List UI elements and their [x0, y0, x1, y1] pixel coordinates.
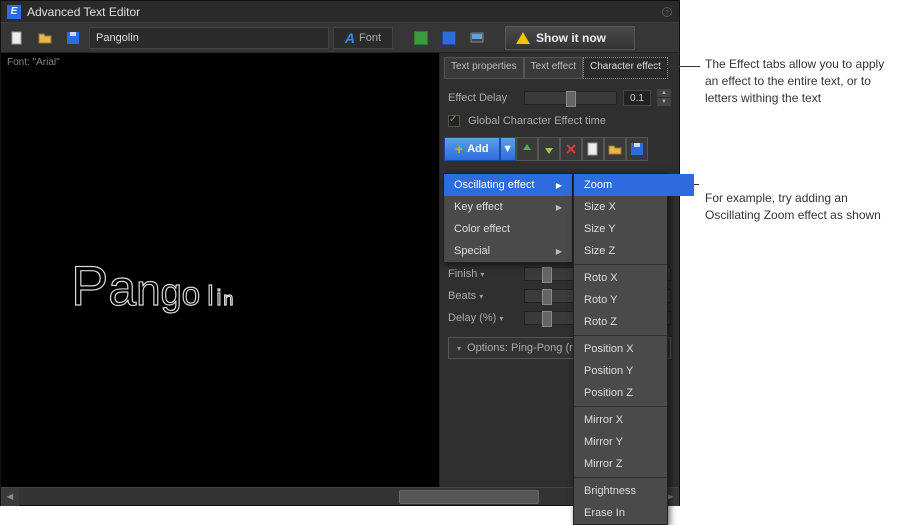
add-dropdown-button[interactable]: ▼ — [500, 137, 516, 161]
submenu-item[interactable]: Brightness — [574, 480, 694, 502]
save-file-button[interactable] — [61, 26, 85, 50]
slider-knob[interactable] — [542, 311, 552, 327]
slider-knob[interactable] — [542, 267, 552, 283]
global-time-label: Global Character Effect time — [468, 115, 606, 127]
open-button[interactable] — [604, 137, 626, 161]
beats-label: Beats ▾ — [448, 290, 518, 302]
menu-separator — [574, 406, 667, 407]
menu-item-oscillating[interactable]: Oscillating effect▶ — [444, 174, 572, 196]
menu-separator — [574, 335, 667, 336]
preview-rendered-text: Pango lin — [71, 253, 235, 318]
svg-text:?: ? — [665, 10, 669, 16]
menu-item-special[interactable]: Special▶ — [444, 240, 572, 262]
annotation-leader-line — [650, 66, 700, 67]
screen-button[interactable] — [465, 26, 489, 50]
move-up-button[interactable] — [516, 137, 538, 161]
slider-knob[interactable] — [542, 289, 552, 305]
square-green-icon — [414, 31, 428, 45]
save-button[interactable] — [626, 137, 648, 161]
finish-label: Finish ▾ — [448, 268, 518, 280]
warning-triangle-icon — [516, 32, 530, 44]
app-window: E Advanced Text Editor ? AFont Show it n… — [0, 0, 680, 506]
annotation-zoom: For example, try adding an Oscillating Z… — [705, 190, 895, 224]
new-file-button[interactable] — [5, 26, 29, 50]
plus-icon: + — [455, 141, 463, 157]
main-toolbar: AFont Show it now — [1, 23, 679, 53]
checkbox-icon[interactable] — [448, 115, 460, 127]
slider-knob[interactable] — [566, 91, 576, 107]
submenu-item[interactable]: Size X — [574, 196, 694, 218]
delete-effect-button[interactable] — [560, 137, 582, 161]
submenu-item[interactable]: Roto X — [574, 267, 694, 289]
help-icon[interactable]: ? — [661, 6, 673, 18]
open-file-button[interactable] — [33, 26, 57, 50]
submenu-item[interactable]: Position Z — [574, 382, 694, 404]
submenu-item[interactable]: Size Y — [574, 218, 694, 240]
effect-delay-label: Effect Delay — [448, 92, 518, 104]
oscillating-submenu: ZoomSize XSize YSize ZRoto XRoto YRoto Z… — [573, 173, 668, 525]
title-bar: E Advanced Text Editor ? — [1, 1, 679, 23]
add-effect-button[interactable]: +Add — [444, 137, 500, 161]
menu-separator — [574, 477, 667, 478]
submenu-arrow-icon: ▶ — [556, 181, 562, 190]
submenu-item[interactable]: Position X — [574, 338, 694, 360]
scrollbar-thumb[interactable] — [399, 490, 539, 504]
show-it-now-button[interactable]: Show it now — [505, 26, 635, 50]
scroll-left-arrow-icon[interactable]: ◄ — [1, 488, 19, 506]
effect-delay-row: Effect Delay 0.1 ▲▼ — [440, 85, 679, 111]
tab-text-properties[interactable]: Text properties — [444, 57, 524, 79]
submenu-arrow-icon: ▶ — [556, 247, 562, 256]
new-button[interactable] — [582, 137, 604, 161]
submenu-arrow-icon: ▶ — [556, 203, 562, 212]
color-blue-button[interactable] — [437, 26, 461, 50]
menu-item-color[interactable]: Color effect — [444, 218, 572, 240]
scrollbar-track[interactable] — [19, 488, 661, 505]
delaypct-label: Delay (%) ▾ — [448, 312, 518, 324]
effect-delay-value: 0.1 — [623, 90, 651, 106]
square-blue-icon — [442, 31, 456, 45]
submenu-item[interactable]: Mirror Z — [574, 453, 694, 475]
add-effect-menu: Oscillating effect▶ Key effect▶ Color ef… — [443, 173, 573, 263]
effect-toolbar: +Add ▼ — [444, 137, 675, 161]
submenu-item[interactable]: Zoom — [574, 174, 694, 196]
submenu-item[interactable]: Position Y — [574, 360, 694, 382]
submenu-item[interactable]: Mirror Y — [574, 431, 694, 453]
annotation-tabs: The Effect tabs allow you to apply an ef… — [705, 56, 895, 106]
submenu-item[interactable]: Erase In — [574, 502, 694, 524]
submenu-item[interactable]: Roto Z — [574, 311, 694, 333]
tab-text-effect[interactable]: Text effect — [524, 57, 583, 79]
text-input[interactable] — [89, 27, 329, 49]
global-time-row[interactable]: Global Character Effect time — [440, 111, 679, 131]
submenu-item[interactable]: Mirror X — [574, 409, 694, 431]
app-logo-icon: E — [7, 5, 21, 19]
effect-tabs: Text properties Text effect Character ef… — [444, 57, 675, 79]
tab-character-effect[interactable]: Character effect — [583, 57, 668, 79]
chevron-down-icon: ▾ — [457, 344, 461, 353]
color-green-button[interactable] — [409, 26, 433, 50]
window-title: Advanced Text Editor — [27, 5, 140, 19]
font-button[interactable]: AFont — [333, 27, 393, 49]
effect-delay-spinner[interactable]: ▲▼ — [657, 89, 671, 107]
move-down-button[interactable] — [538, 137, 560, 161]
effect-delay-slider[interactable] — [524, 91, 617, 105]
menu-item-key[interactable]: Key effect▶ — [444, 196, 572, 218]
preview-font-hint: Font: "Arial" — [7, 57, 60, 68]
submenu-item[interactable]: Roto Y — [574, 289, 694, 311]
menu-separator — [574, 264, 667, 265]
preview-canvas: Font: "Arial" Pango lin — [1, 53, 439, 487]
font-a-icon: A — [345, 30, 355, 46]
submenu-item[interactable]: Size Z — [574, 240, 694, 262]
